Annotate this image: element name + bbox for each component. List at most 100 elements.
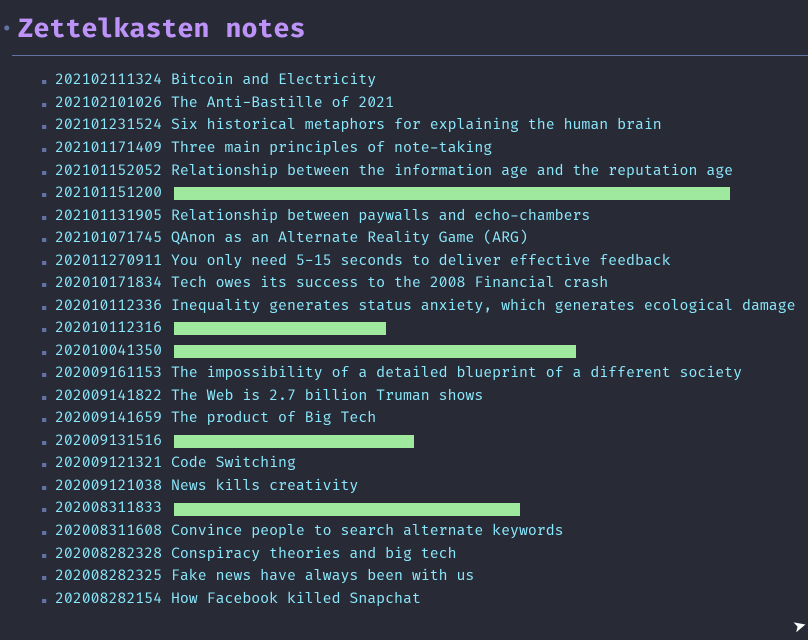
note-id: 202008282325 [55, 568, 162, 585]
list-item: ▪202009141822 The Web is 2.7 billion Tru… [40, 385, 808, 408]
note-link[interactable]: 202008282328 Conspiracy theories and big… [55, 544, 457, 566]
note-link[interactable]: 202101131905 Relationship between paywal… [55, 206, 590, 228]
mouse-cursor: ➤ [790, 613, 808, 640]
note-link[interactable]: 202008282325 Fake news have always been … [55, 566, 474, 588]
note-title: Relationship between the information age… [171, 163, 733, 180]
list-item: ▪202008311833 [40, 498, 808, 521]
note-link[interactable]: 202008311608 Convince people to search a… [55, 521, 564, 543]
list-item: ▪202101231524 Six historical metaphors f… [40, 115, 808, 138]
note-title: How Facebook killed Snapchat [171, 591, 421, 608]
note-title: Tech owes its success to the 2008 Financ… [171, 275, 608, 292]
list-item: ▪202009141659 The product of Big Tech [40, 408, 808, 431]
page-heading: · Zettelkasten notes [0, 10, 808, 49]
note-link[interactable]: 202011270911 You only need 5-15 seconds … [55, 251, 671, 273]
note-link[interactable]: 202009161153 The impossibility of a deta… [55, 363, 742, 385]
note-id: 202009161153 [55, 365, 162, 382]
bullet-icon: ▪ [40, 138, 49, 160]
note-id: 202008282154 [55, 591, 162, 608]
note-link[interactable]: 202010041350 [55, 341, 576, 363]
list-item: ▪ 202008282325 Fake news have always been… [40, 566, 808, 589]
note-title: Six historical metaphors for explaining … [171, 117, 662, 134]
list-item: ▪ 202010112336 Inequality generates statu… [40, 295, 808, 318]
note-link[interactable]: 202101151200 [55, 183, 730, 205]
bullet-icon: ▪ [40, 431, 49, 453]
list-item: ▪ 202010112316 [40, 318, 808, 341]
bullet-icon: ▪ [40, 453, 49, 475]
note-id: 202009121321 [55, 455, 162, 472]
note-link[interactable]: 202008311833 [55, 498, 520, 520]
note-title: News kills creativity [171, 478, 358, 495]
list-item: ▪ 202101071745 QAnon as an Alternate Real… [40, 228, 808, 251]
note-link[interactable]: 202101152052 Relationship between the in… [55, 161, 733, 183]
note-id: 202008282328 [55, 546, 162, 563]
bullet-icon: ▪ [40, 521, 49, 543]
note-link[interactable]: 202009121038 News kills creativity [55, 476, 358, 498]
bullet-icon: ▪ [40, 206, 49, 228]
note-link[interactable]: 202101071745 QAnon as an Alternate Reali… [55, 228, 528, 250]
note-title: QAnon as an Alternate Reality Game (ARG) [171, 230, 528, 247]
note-id: 202010041350 [55, 343, 162, 360]
note-title: Code Switching [171, 455, 296, 472]
bullet-icon: ▪ [40, 228, 49, 250]
list-item: ▪ 202008311608 Convince people to search … [40, 521, 808, 544]
note-title: You only need 5-15 seconds to deliver ef… [171, 253, 671, 270]
note-link[interactable]: 202010112336 Inequality generates status… [55, 296, 796, 318]
note-link[interactable]: 202009141822 The Web is 2.7 billion Trum… [55, 386, 483, 408]
bullet-icon: ▪ [40, 544, 49, 566]
note-id: 202008311608 [55, 523, 162, 540]
list-item: ▪ 202009131516 [40, 431, 808, 454]
note-link[interactable]: 202101171409 Three main principles of no… [55, 138, 492, 160]
note-id: 202011270911 [55, 253, 162, 270]
note-link[interactable]: 202102111324 Bitcoin and Electricity [55, 70, 376, 92]
list-item: ▪ 202101152052 Relationship between the i… [40, 160, 808, 183]
note-id: 202009131516 [55, 433, 162, 450]
note-link[interactable]: 202008282154 How Facebook killed Snapcha… [55, 589, 421, 611]
note-title: The impossibility of a detailed blueprin… [171, 365, 742, 382]
list-item: ▪ 202009121321 Code Switching [40, 453, 808, 476]
note-link[interactable]: 202009141659 The product of Big Tech [55, 408, 376, 430]
note-link[interactable]: 202101231524 Six historical metaphors fo… [55, 115, 662, 137]
note-link[interactable]: 202010112316 [55, 318, 386, 340]
list-item: ▪202011270911 You only need 5-15 seconds… [40, 250, 808, 273]
redacted-title [174, 322, 386, 335]
list-item: ▪202010171834 Tech owes its success to t… [40, 273, 808, 296]
bullet-icon: ▪ [40, 566, 49, 588]
bullet-icon: ▪ [40, 476, 49, 498]
note-id: 202009141659 [55, 410, 162, 427]
note-title: Bitcoin and Electricity [171, 72, 376, 89]
note-id: 202010112336 [55, 298, 162, 315]
bullet-icon: ▪ [40, 589, 49, 611]
note-link[interactable]: 202009131516 [55, 431, 414, 453]
note-title: The Anti-Bastille of 2021 [171, 95, 394, 112]
redacted-title [174, 187, 730, 200]
bullet-icon: ▪ [40, 93, 49, 115]
note-link[interactable]: 202010171834 Tech owes its success to th… [55, 273, 608, 295]
note-id: 202009141822 [55, 388, 162, 405]
note-id: 202101151200 [55, 185, 162, 202]
list-item: ▪ 202008282328 Conspiracy theories and bi… [40, 543, 808, 566]
list-item: ▪ 202102101026 The Anti-Bastille of 2021 [40, 93, 808, 116]
list-item: ▪202009161153 The impossibility of a det… [40, 363, 808, 386]
note-id: 202101231524 [55, 117, 162, 134]
note-id: 202101131905 [55, 208, 162, 225]
note-id: 202101071745 [55, 230, 162, 247]
list-item: ▪ 202101131905 Relationship between paywa… [40, 205, 808, 228]
bullet-icon: ▪ [40, 70, 49, 92]
bullet-icon: ▪ [40, 161, 49, 183]
note-id: 202102101026 [55, 95, 162, 112]
bullet-icon: ▪ [40, 318, 49, 340]
redacted-title [174, 435, 414, 448]
list-item: ▪ 202101171409 Three main principles of n… [40, 138, 808, 161]
note-title: Relationship between paywalls and echo-c… [171, 208, 590, 225]
note-title: Conspiracy theories and big tech [171, 546, 457, 563]
list-item: ▪202101151200 [40, 183, 808, 206]
note-link[interactable]: 202102101026 The Anti-Bastille of 2021 [55, 93, 394, 115]
note-id: 202008311833 [55, 500, 162, 517]
bullet-icon: ▪ [40, 341, 49, 363]
bullet-icon: ▪ [40, 296, 49, 318]
note-title: Fake news have always been with us [171, 568, 474, 585]
note-link[interactable]: 202009121321 Code Switching [55, 453, 296, 475]
heading-marker: · [0, 13, 18, 46]
notes-list: ▪202102111324 Bitcoin and Electricity▪20… [0, 70, 808, 611]
note-id: 202101152052 [55, 163, 162, 180]
